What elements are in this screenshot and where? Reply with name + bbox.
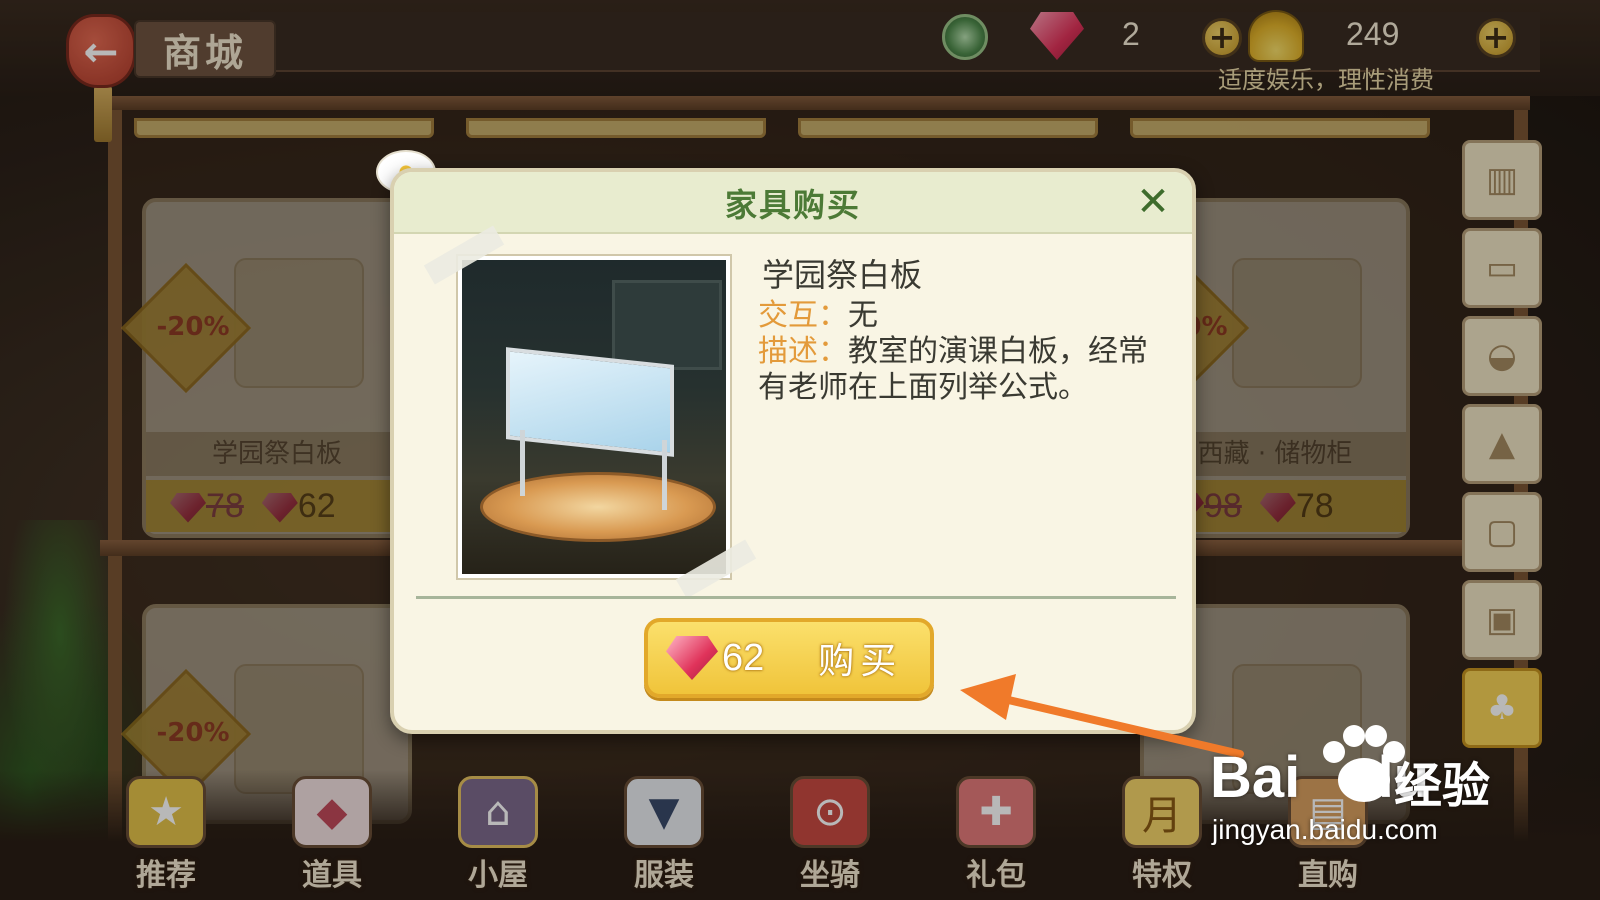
buy-price: 62: [722, 636, 765, 679]
buy-button[interactable]: 62 购买: [644, 618, 934, 698]
item-preview-image: [456, 254, 732, 580]
whiteboard-image: [506, 347, 674, 457]
display-platform: [480, 472, 716, 542]
gem-icon: [666, 636, 718, 680]
item-name: 学园祭白板: [762, 256, 923, 294]
interaction-key: 交互：: [758, 298, 848, 333]
purchase-dialog: 家具购买 ✕ 学园祭白板 交互：无 描述：教室的演课白板，经常有老师在上面列举公…: [390, 168, 1196, 734]
preview-window: [612, 280, 722, 370]
description-row: 描述：教室的演课白板，经常有老师在上面列举公式。: [758, 334, 1158, 406]
dialog-header: 家具购买 ✕: [394, 172, 1192, 234]
close-icon: ✕: [1136, 179, 1170, 225]
description-key: 描述：: [758, 334, 848, 369]
interaction-value: 无: [848, 298, 878, 333]
annotation-arrow: [960, 674, 1244, 758]
dialog-title: 家具购买: [724, 186, 861, 224]
whiteboard-leg: [520, 430, 525, 496]
buy-label: 购买: [818, 641, 903, 682]
watermark-brand: 经验: [1394, 758, 1491, 814]
baidu-watermark: Bai du 经验 jingyan.baidu.com: [1210, 720, 1590, 870]
close-button[interactable]: ✕: [1132, 182, 1174, 224]
watermark-url: jingyan.baidu.com: [1212, 814, 1438, 845]
interaction-row: 交互：无: [758, 298, 878, 334]
divider: [416, 596, 1176, 599]
whiteboard-leg: [662, 440, 667, 510]
